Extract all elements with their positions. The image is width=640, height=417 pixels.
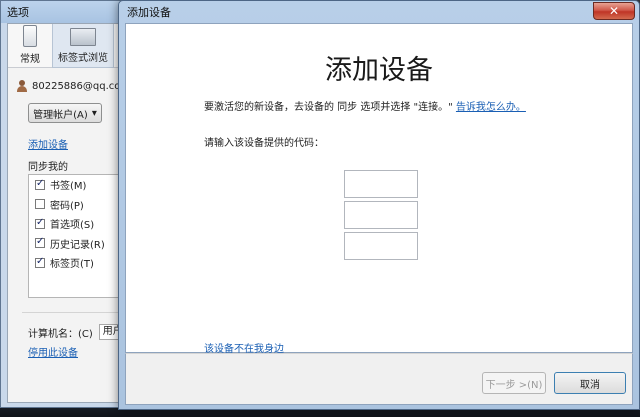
tab-tabbed-browsing-label: 标签式浏览 (58, 53, 108, 64)
sync-item-label: 标签页(T) (50, 259, 94, 271)
add-device-link[interactable]: 添加设备 (28, 136, 68, 151)
code-input-3[interactable] (344, 232, 418, 260)
cancel-button[interactable]: 取消 (554, 372, 626, 394)
dialog-titlebar: 添加设备 (119, 1, 639, 23)
close-button[interactable]: ✕ (593, 2, 635, 20)
code-input-2[interactable] (344, 201, 418, 229)
folder-icon (70, 28, 96, 46)
checkbox-history[interactable] (35, 236, 45, 249)
tab-tabbed-browsing[interactable]: 标签式浏览 (52, 24, 114, 68)
checkbox-preferences[interactable] (35, 217, 45, 229)
help-link[interactable]: 告诉我怎么办。 (456, 102, 526, 113)
account-row: 80225886@qq.com (16, 80, 130, 92)
tab-general-label: 常规 (20, 54, 40, 65)
close-icon: ✕ (608, 4, 620, 18)
dialog-title: 添加设备 (127, 6, 171, 19)
add-device-dialog: 添加设备 ✕ 添加设备 要激活您的新设备，去设备的 同步 选项并选择 "连接。"… (118, 0, 640, 410)
instruction: 要激活您的新设备，去设备的 同步 选项并选择 "连接。" (204, 102, 453, 113)
dialog-footer: 下一步 >(N) 取消 (125, 353, 633, 405)
tab-general[interactable]: 常规 (8, 24, 52, 68)
manage-account-button[interactable]: 管理帐户(A) ▾ (28, 103, 102, 123)
code-input-1[interactable] (344, 170, 418, 198)
dialog-body: 添加设备 要激活您的新设备，去设备的 同步 选项并选择 "连接。" 告诉我怎么办… (125, 23, 633, 355)
manage-account-label: 管理帐户(A) (33, 109, 88, 121)
cancel-label: 取消 (580, 379, 600, 391)
options-title: 选项 (7, 6, 29, 19)
account-email: 80225886@qq.com (32, 80, 131, 92)
dialog-heading: 添加设备 (325, 55, 433, 86)
instruction-text: 要激活您的新设备，去设备的 同步 选项并选择 "连接。" 告诉我怎么办。 (204, 98, 526, 113)
sync-item-label: 首选项(S) (50, 220, 95, 232)
chevron-down-icon: ▾ (91, 107, 97, 119)
checkbox-bookmarks[interactable] (35, 178, 45, 190)
code-label: 请输入该设备提供的代码： (204, 138, 324, 149)
sync-label: 同步我的 (28, 162, 68, 173)
sync-item-label: 历史记录(R) (50, 239, 105, 251)
sync-item-label: 密码(P) (50, 200, 84, 212)
next-button[interactable]: 下一步 >(N) (482, 372, 546, 394)
stop-device-link[interactable]: 停用此设备 (28, 344, 78, 359)
checkbox-passwords[interactable] (35, 199, 45, 210)
next-label: 下一步 >(N) (485, 379, 543, 391)
phone-icon (23, 25, 37, 47)
computer-name-label: 计算机名：(C) (28, 328, 93, 340)
user-icon (16, 80, 28, 92)
checkbox-tabs[interactable] (35, 256, 45, 268)
sync-item-label: 书签(M) (50, 181, 87, 193)
